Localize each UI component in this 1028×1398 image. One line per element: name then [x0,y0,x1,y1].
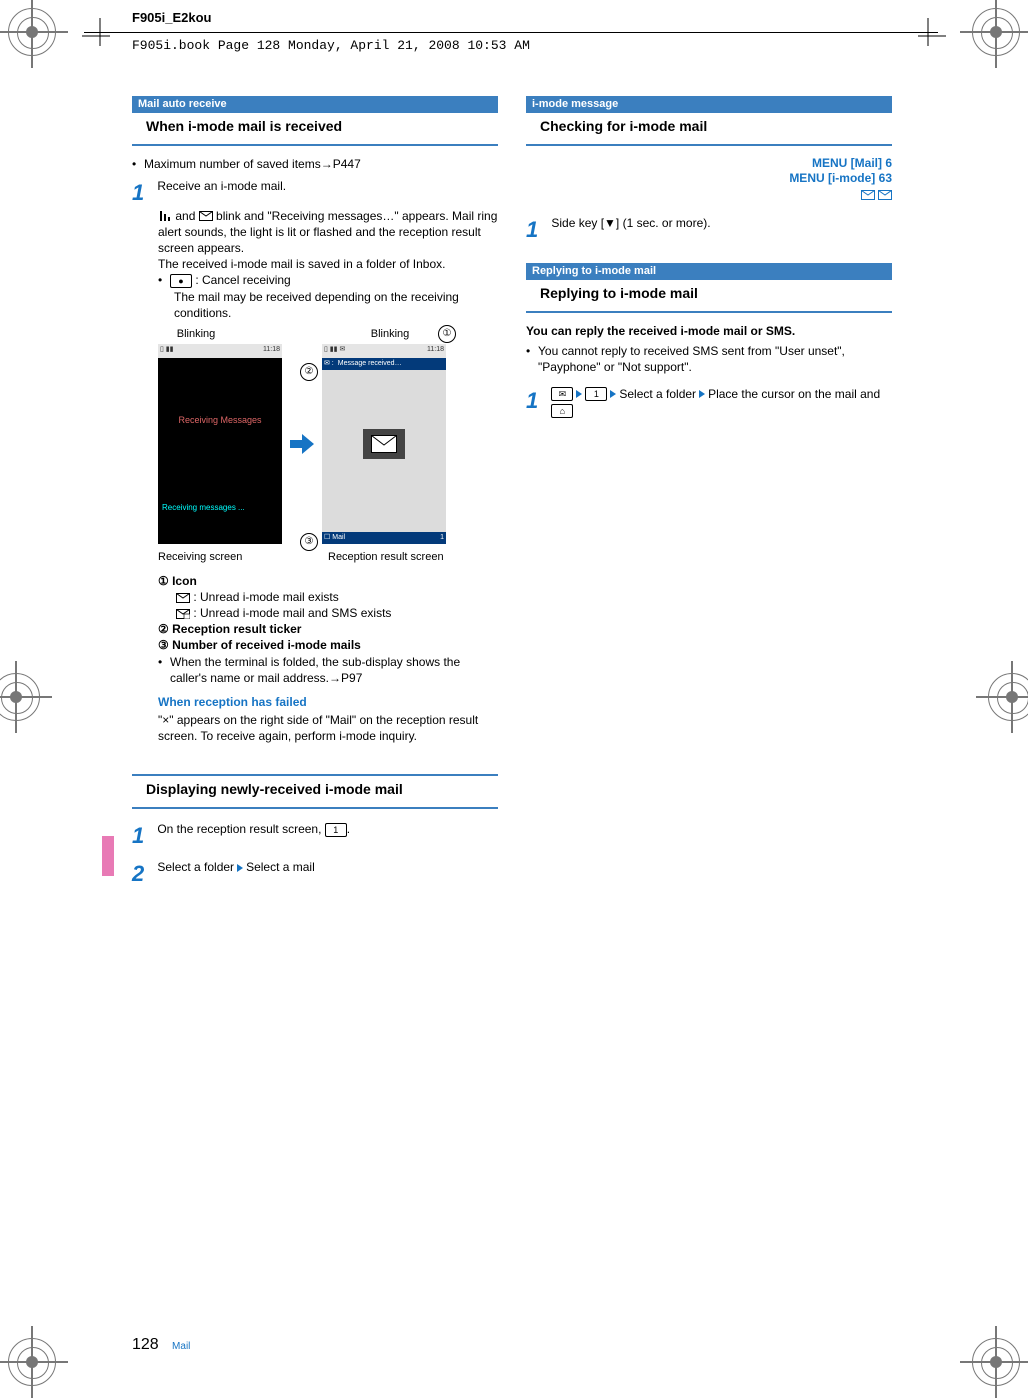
subsection-heading: When reception has failed [158,694,498,710]
chevron-right-icon [610,390,616,398]
right-column: i-mode message Checking for i-mode mail … [526,95,892,889]
header-rule [84,32,938,33]
step: 2 Select a folderSelect a mail [132,859,498,889]
section-tag: i-mode message [526,96,892,113]
key-icon: 1 [325,823,347,837]
step-number: 1 [132,821,154,851]
section-title: Replying to i-mode mail [540,284,892,303]
crop-mark-icon [82,18,118,54]
phonebook-key-icon: ⌂ [551,404,573,418]
envelope-icon [878,190,892,200]
screenshot-block: Blinking Blinking ① ② ③ ▯ ▮▮11:18 Receiv… [158,327,498,544]
page-footer: 128 Mail [132,1336,190,1354]
content: Mail auto receive When i-mode mail is re… [132,95,892,889]
section-title: Checking for i-mode mail [540,117,892,136]
step-number: 1 [526,215,548,245]
mail-key-icon: ✉ [551,387,573,401]
antenna-icon [158,211,172,221]
step-number: 2 [132,859,154,889]
rule [132,807,498,809]
menu-path: MENU [Mail] 6 MENU [i-mode] 63 [526,156,892,203]
section-tag: Replying to i-mode mail [526,263,892,280]
intro-bold: You can reply the received i-mode mail o… [526,323,892,339]
bullet-item: Maximum number of saved items→P447 [132,156,498,172]
registration-mark-icon [972,8,1020,56]
envelope-large-icon [363,429,405,459]
registration-mark-icon [8,8,56,56]
footer-section: Mail [172,1341,190,1352]
section-title: Displaying newly-received i-mode mail [146,780,498,799]
bullet-item: You cannot reply to received SMS sent fr… [526,343,892,375]
doc-header: F905i_E2kou [132,10,212,25]
step-text: Receive an i-mode mail. [157,178,497,194]
step: 1 On the reception result screen, 1. [132,821,498,851]
reception-result-screen: ▯ ▮▮ ✉11:18 ✉ :Message received… ☐ Mail1 [322,344,446,544]
legend-item: ② Reception result ticker [158,621,498,637]
legend-sub: : Unread i-mode mail exists [176,589,498,605]
section-tab [102,836,114,876]
rule [132,774,498,776]
chevron-right-icon [576,390,582,398]
step-number: 1 [132,178,154,208]
step: 1 ✉1Select a folderPlace the cursor on t… [526,386,892,418]
step-number: 1 [526,386,548,416]
key-icon: 1 [585,387,607,401]
step-paragraph: The received i-mode mail is saved in a f… [158,256,498,272]
envelope-icon [861,190,875,200]
bullet-item: When the terminal is folded, the sub-dis… [158,654,498,686]
arrow-right-icon [288,430,316,458]
registration-mark-icon [972,1338,1020,1386]
callout-icon: ② [300,363,318,381]
rule [526,144,892,146]
chevron-right-icon [699,390,705,398]
rule [526,311,892,313]
blink-label: Blinking [360,327,420,342]
sub-bullet: ● : Cancel receiving [158,272,498,288]
key-icon: ● [170,274,192,288]
step-text: ✉1Select a folderPlace the cursor on the… [551,386,891,418]
print-stamp: F905i.book Page 128 Monday, April 21, 20… [132,38,530,53]
section-tag: Mail auto receive [132,96,498,113]
step-paragraph: and blink and "Receiving messages…" appe… [158,208,498,257]
note: The mail may be received depending on th… [174,289,498,321]
envelope-sms-icon [176,609,190,619]
legend-item: ① Icon [158,573,498,589]
registration-mark-icon [0,673,40,721]
step: 1 Receive an i-mode mail. [132,178,498,208]
legend-sub: : Unread i-mode mail and SMS exists [176,605,498,621]
rule [132,144,498,146]
left-column: Mail auto receive When i-mode mail is re… [132,95,498,889]
blink-label: Blinking [166,327,226,342]
step-text: On the reception result screen, 1. [157,821,497,837]
chevron-right-icon [237,864,243,872]
step-text: Side key [▼] (1 sec. or more). [551,215,891,231]
envelope-icon [176,593,190,603]
screenshot-captions: Receiving screen Reception result screen [158,550,498,565]
step: 1 Side key [▼] (1 sec. or more). [526,215,892,245]
page: F905i_E2kou F905i.book Page 128 Monday, … [0,0,1028,1394]
registration-mark-icon [988,673,1028,721]
receiving-screen: ▯ ▮▮11:18 Receiving Messages Receiving m… [158,344,282,544]
section-title: When i-mode mail is received [146,117,498,136]
callout-icon: ③ [300,533,318,551]
paragraph: "×" appears on the right side of "Mail" … [158,712,498,744]
step-text: Select a folderSelect a mail [157,859,497,875]
registration-mark-icon [8,1338,56,1386]
page-number: 128 [132,1336,159,1353]
envelope-icon [199,211,213,221]
callout-icon: ① [438,325,456,343]
crop-mark-icon [910,18,946,54]
legend-item: ③ Number of received i-mode mails [158,637,498,653]
